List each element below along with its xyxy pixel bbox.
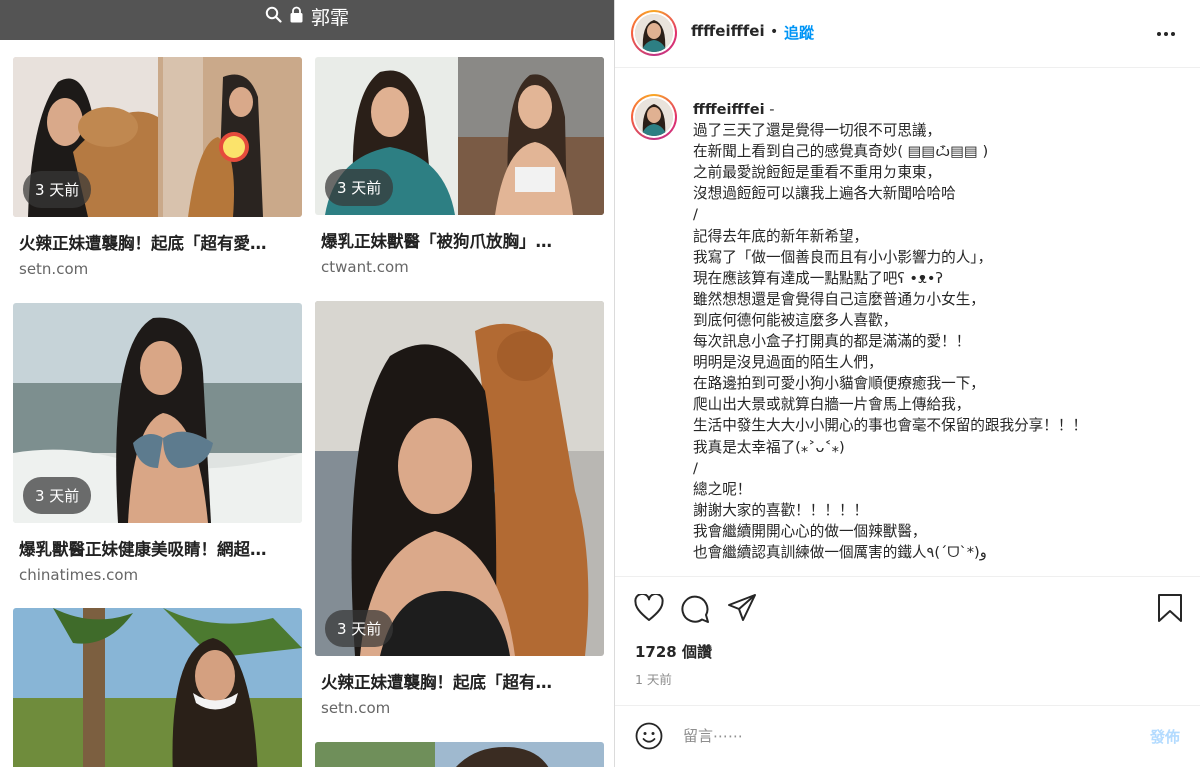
result-thumbnail[interactable] [13, 608, 302, 767]
caption-line: 到底何德何能被這麼多人喜歡， [693, 311, 898, 329]
post-timestamp[interactable]: 1 天前 [635, 669, 672, 688]
result-card[interactable]: 3 天前 爆乳獸醫正妹健康美吸睛！網超… chinatimes.com [13, 303, 302, 584]
caption-line: 在路邊拍到可愛小狗小貓會順便療癒我一下， [693, 375, 985, 393]
caption-username[interactable]: ffffeifffei [693, 101, 765, 118]
caption-line: 在新聞上看到自己的感覺真奇妙( ▤▤ѽ▤▤ ) [693, 143, 989, 161]
post-actions: 1728 個讚 1 天前 [615, 576, 1200, 696]
share-icon[interactable] [727, 593, 757, 627]
result-card[interactable]: 3 天前 火辣正妹遭襲胸！起底「超有… setn.com [315, 301, 604, 717]
result-card[interactable]: 3 天前 火辣正妹遭襲胸！起底「超有愛… setn.com [13, 57, 302, 278]
caption-line: 也會繼續認真訓練做一個厲害的鐵人٩(ˊᗜˋ*)و [693, 543, 987, 561]
caption-line: 生活中發生大大小小開心的事也會毫不保留的跟我分享！！！ [693, 417, 1088, 435]
image-search-pane: 郭霏 3 天前 火辣正妹遭襲胸！起底「超有愛… setn.com 3 天前 爆乳… [0, 0, 614, 767]
caption-line: / [693, 459, 698, 477]
follow-button[interactable]: 追蹤 [784, 22, 814, 43]
caption-line: 明明是沒見過面的陌生人們， [693, 354, 883, 372]
search-query: 郭霏 [310, 6, 349, 29]
caption-line: 爬山出大景或就算白牆一片會馬上傳給我， [693, 396, 971, 414]
age-badge: 3 天前 [325, 169, 394, 206]
result-card[interactable]: 3 天前 爆乳正妹獸醫「被狗爪放胸」… ctwant.com [315, 57, 604, 276]
age-badge: 3 天前 [325, 610, 394, 647]
result-card[interactable] [13, 608, 302, 767]
caption-line: 我真是太幸福了(⁎˃ᴗ˂⁎) [693, 438, 845, 456]
result-thumbnail[interactable]: 3 天前 [315, 301, 604, 656]
caption-line: 記得去年底的新年新希望， [693, 227, 869, 245]
search-icon [265, 6, 282, 27]
result-thumbnail[interactable]: 3 天前 [13, 57, 302, 217]
post-caption: ffffeifffei - 過了三天了還是覺得一切很不可思議， 在新聞上看到自己… [693, 99, 1193, 563]
caption-line: 謝謝大家的喜歡！！！！！ [693, 501, 869, 519]
avatar[interactable] [631, 10, 677, 56]
caption-line: 我寫了「做一個善良而且有小小影響力的人」， [693, 248, 993, 266]
caption-line: 之前最愛說餖餖是重看不重用ㄉ東東， [693, 164, 942, 182]
age-badge: 3 天前 [23, 171, 92, 208]
comment-icon[interactable] [680, 594, 710, 628]
result-source: setn.com [321, 699, 391, 717]
caption-line: 過了三天了還是覺得一切很不可思議， [693, 122, 942, 140]
result-source: ctwant.com [321, 258, 409, 276]
comment-input[interactable] [683, 724, 1103, 748]
caption-line: 總之呢！ [693, 480, 752, 498]
caption-line: 沒想過餖餖可以讓我上遍各大新聞哈哈哈 [693, 185, 956, 203]
lock-icon [290, 6, 303, 27]
caption-line: - [769, 101, 775, 118]
bookmark-icon[interactable] [1156, 593, 1184, 627]
emoji-icon[interactable] [635, 722, 663, 750]
post-username[interactable]: ffffeifffei [691, 22, 765, 40]
result-card[interactable] [315, 742, 604, 767]
like-count[interactable]: 1728 個讚 [635, 641, 712, 662]
caption-line: / [693, 206, 698, 224]
more-icon[interactable] [1155, 24, 1177, 44]
separator-dot: • [770, 24, 779, 40]
instagram-post-pane: ffffeifffei • 追蹤 ffffeifffei - 過了三天了還是覺得… [614, 0, 1200, 767]
result-thumbnail[interactable]: 3 天前 [13, 303, 302, 523]
heart-icon[interactable] [634, 592, 664, 626]
result-source: chinatimes.com [19, 566, 139, 584]
search-header[interactable]: 郭霏 [0, 0, 614, 40]
result-title[interactable]: 火辣正妹遭襲胸！起底「超有愛… [19, 230, 301, 254]
result-title[interactable]: 火辣正妹遭襲胸！起底「超有… [321, 669, 603, 693]
result-title[interactable]: 爆乳獸醫正妹健康美吸睛！網超… [19, 536, 301, 560]
caption-line: 我會繼續開開心心的做一個辣獸醫， [693, 522, 927, 540]
post-comment-button[interactable]: 發佈 [1150, 726, 1180, 747]
post-header: ffffeifffei • 追蹤 [615, 0, 1200, 68]
caption-line: 每次訊息小盒子打開真的都是滿滿的愛！！ [693, 333, 971, 351]
caption-line: 雖然想想還是會覺得自己這麼普通ㄉ小女生， [693, 290, 985, 308]
comment-bar: 發佈 [615, 705, 1200, 767]
result-source: setn.com [19, 260, 89, 278]
age-badge: 3 天前 [23, 477, 92, 514]
result-thumbnail[interactable] [315, 742, 604, 767]
caption-avatar[interactable] [631, 94, 677, 140]
result-thumbnail[interactable]: 3 天前 [315, 57, 604, 215]
result-title[interactable]: 爆乳正妹獸醫「被狗爪放胸」… [321, 228, 603, 252]
caption-line: 現在應該算有達成一點點點了吧ʕ •ᴥ•ʔ [693, 269, 943, 287]
